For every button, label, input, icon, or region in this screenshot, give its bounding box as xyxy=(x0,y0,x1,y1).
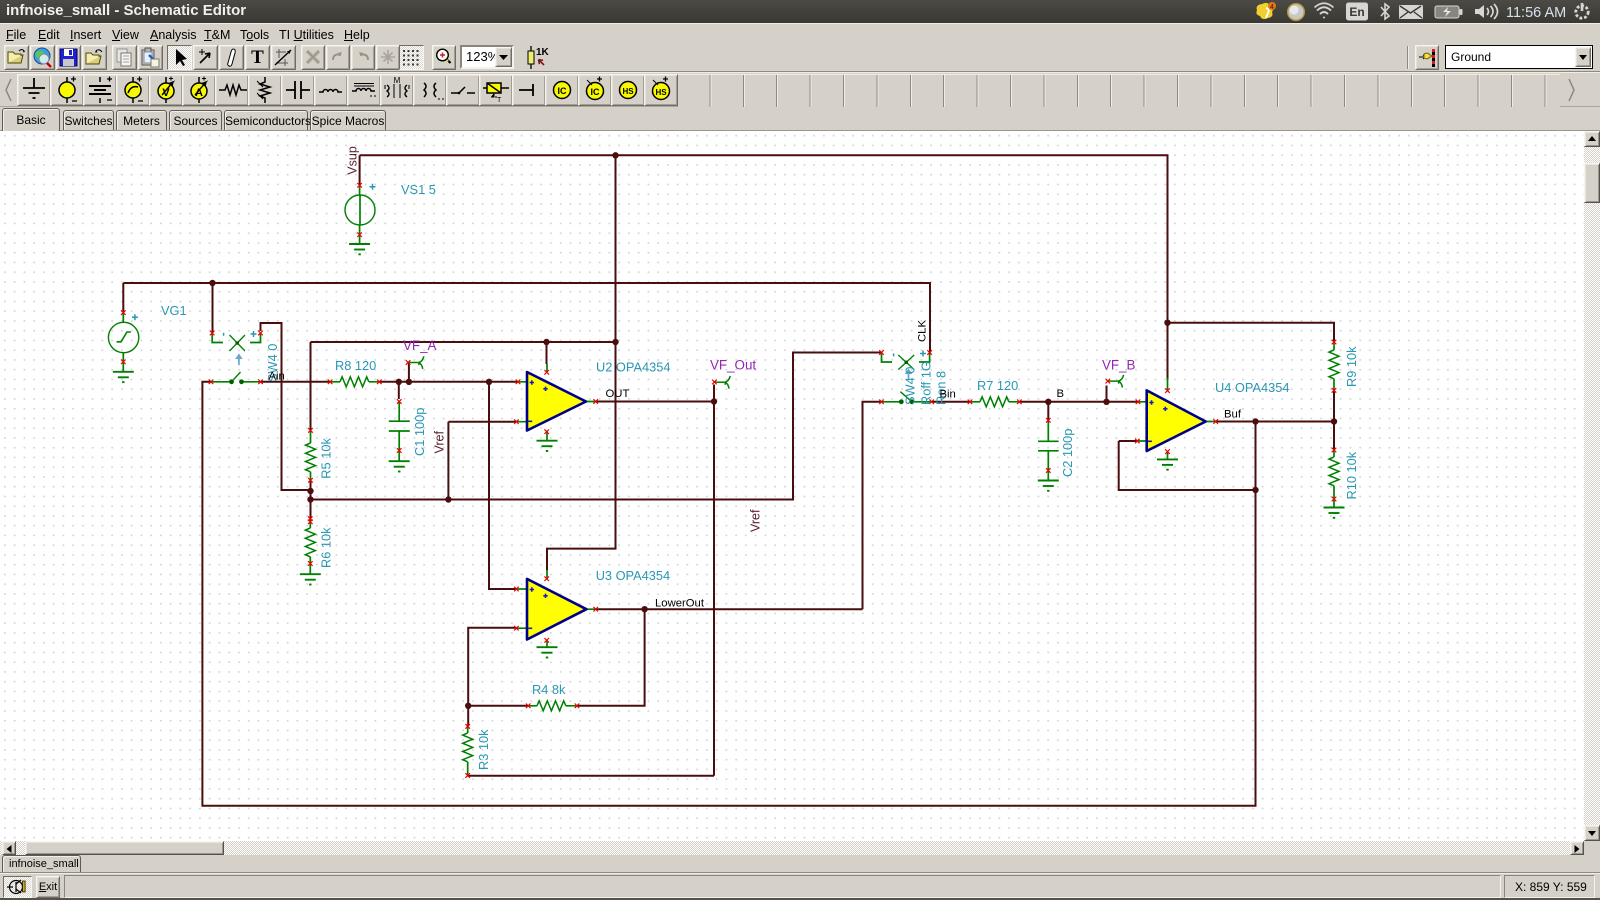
svg-text:VF_Out: VF_Out xyxy=(710,358,756,373)
svg-text:HS: HS xyxy=(655,88,667,97)
svg-text:HS: HS xyxy=(622,87,634,96)
svg-text:Ain: Ain xyxy=(269,371,285,383)
svg-text:R4 8k: R4 8k xyxy=(532,682,566,697)
svg-text:U2 OPA4354: U2 OPA4354 xyxy=(596,360,670,375)
svg-text:U3 OPA4354: U3 OPA4354 xyxy=(596,568,670,583)
svg-text:Vsup: Vsup xyxy=(345,146,359,175)
svg-text:M: M xyxy=(394,76,401,85)
svg-text:Vref: Vref xyxy=(433,431,447,454)
svg-text:T: T xyxy=(497,97,502,104)
svg-text:Vref: Vref xyxy=(749,509,763,532)
svg-text:En: En xyxy=(1349,5,1364,19)
svg-text:VG1: VG1 xyxy=(161,303,187,318)
svg-text:1K: 1K xyxy=(536,47,549,58)
svg-text:B: B xyxy=(1057,388,1065,400)
svg-text:CLK: CLK xyxy=(917,320,929,342)
svg-text:U4 OPA4354: U4 OPA4354 xyxy=(1215,380,1289,395)
svg-text:Buf: Buf xyxy=(1224,409,1242,421)
svg-text:R8 120: R8 120 xyxy=(335,358,376,373)
svg-text:R10 10k: R10 10k xyxy=(1344,451,1359,499)
svg-text:Bin: Bin xyxy=(940,389,956,401)
svg-text:4: 4 xyxy=(1270,4,1274,11)
svg-text:VF_B: VF_B xyxy=(1102,358,1136,373)
svg-text:R7 120: R7 120 xyxy=(977,378,1018,393)
svg-text:Roff 1G: Roff 1G xyxy=(919,361,934,405)
svg-text:IC: IC xyxy=(558,86,568,96)
svg-text:IC: IC xyxy=(591,87,601,97)
svg-text:C2 100p: C2 100p xyxy=(1060,429,1075,477)
svg-text:R6 10k: R6 10k xyxy=(319,527,334,568)
svg-text:R5 10k: R5 10k xyxy=(319,438,334,479)
svg-text:VF_A: VF_A xyxy=(403,338,437,353)
svg-text:LowerOut: LowerOut xyxy=(655,598,705,610)
svg-text:11:56 AM: 11:56 AM xyxy=(1506,5,1566,21)
svg-text:R9 10k: R9 10k xyxy=(1344,346,1359,387)
svg-text:R3 10k: R3 10k xyxy=(476,729,491,770)
svg-text:T: T xyxy=(251,47,264,68)
svg-text:SW4 0: SW4 0 xyxy=(903,367,918,405)
svg-text:OUT: OUT xyxy=(606,388,630,400)
svg-text:VS1 5: VS1 5 xyxy=(401,182,436,197)
svg-text:C1 100p: C1 100p xyxy=(412,408,427,456)
